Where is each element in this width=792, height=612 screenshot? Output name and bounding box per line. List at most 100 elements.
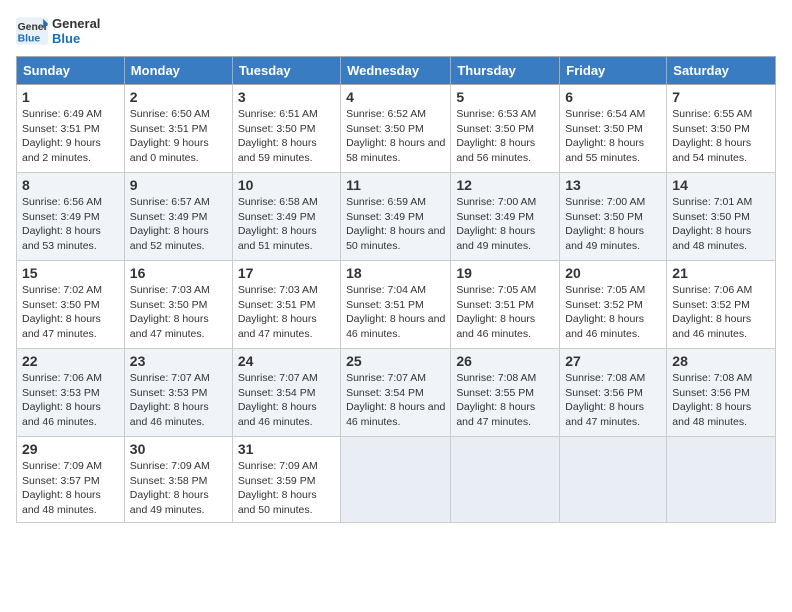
- day-info: Sunrise: 7:00 AMSunset: 3:50 PMDaylight:…: [565, 196, 645, 252]
- calendar-cell: 13 Sunrise: 7:00 AMSunset: 3:50 PMDaylig…: [560, 173, 667, 261]
- day-number: 28: [672, 353, 770, 369]
- day-info: Sunrise: 7:09 AMSunset: 3:57 PMDaylight:…: [22, 460, 102, 516]
- calendar-cell: 17 Sunrise: 7:03 AMSunset: 3:51 PMDaylig…: [232, 261, 340, 349]
- logo: General Blue General Blue: [16, 16, 100, 46]
- day-number: 5: [456, 89, 554, 105]
- day-info: Sunrise: 6:56 AMSunset: 3:49 PMDaylight:…: [22, 196, 102, 252]
- col-header-thursday: Thursday: [451, 57, 560, 85]
- calendar-cell: [667, 437, 776, 523]
- day-info: Sunrise: 6:49 AMSunset: 3:51 PMDaylight:…: [22, 108, 102, 164]
- calendar-cell: 21 Sunrise: 7:06 AMSunset: 3:52 PMDaylig…: [667, 261, 776, 349]
- day-number: 4: [346, 89, 445, 105]
- day-number: 27: [565, 353, 661, 369]
- calendar-cell: 8 Sunrise: 6:56 AMSunset: 3:49 PMDayligh…: [17, 173, 125, 261]
- day-number: 25: [346, 353, 445, 369]
- day-number: 7: [672, 89, 770, 105]
- calendar-cell: 23 Sunrise: 7:07 AMSunset: 3:53 PMDaylig…: [124, 349, 232, 437]
- day-number: 2: [130, 89, 227, 105]
- calendar-cell: [451, 437, 560, 523]
- day-info: Sunrise: 7:08 AMSunset: 3:55 PMDaylight:…: [456, 372, 536, 428]
- calendar-cell: 10 Sunrise: 6:58 AMSunset: 3:49 PMDaylig…: [232, 173, 340, 261]
- day-number: 19: [456, 265, 554, 281]
- calendar-cell: 25 Sunrise: 7:07 AMSunset: 3:54 PMDaylig…: [341, 349, 451, 437]
- calendar-cell: 2 Sunrise: 6:50 AMSunset: 3:51 PMDayligh…: [124, 85, 232, 173]
- col-header-friday: Friday: [560, 57, 667, 85]
- day-number: 14: [672, 177, 770, 193]
- day-number: 6: [565, 89, 661, 105]
- calendar-cell: 12 Sunrise: 7:00 AMSunset: 3:49 PMDaylig…: [451, 173, 560, 261]
- day-info: Sunrise: 6:58 AMSunset: 3:49 PMDaylight:…: [238, 196, 318, 252]
- day-number: 26: [456, 353, 554, 369]
- day-info: Sunrise: 7:06 AMSunset: 3:53 PMDaylight:…: [22, 372, 102, 428]
- calendar-cell: 18 Sunrise: 7:04 AMSunset: 3:51 PMDaylig…: [341, 261, 451, 349]
- calendar-cell: 5 Sunrise: 6:53 AMSunset: 3:50 PMDayligh…: [451, 85, 560, 173]
- day-info: Sunrise: 6:57 AMSunset: 3:49 PMDaylight:…: [130, 196, 210, 252]
- day-info: Sunrise: 7:09 AMSunset: 3:58 PMDaylight:…: [130, 460, 210, 516]
- calendar-cell: [341, 437, 451, 523]
- header: General Blue General Blue: [16, 16, 776, 46]
- day-number: 11: [346, 177, 445, 193]
- day-info: Sunrise: 7:01 AMSunset: 3:50 PMDaylight:…: [672, 196, 752, 252]
- day-number: 16: [130, 265, 227, 281]
- day-number: 9: [130, 177, 227, 193]
- day-number: 18: [346, 265, 445, 281]
- day-info: Sunrise: 6:53 AMSunset: 3:50 PMDaylight:…: [456, 108, 536, 164]
- col-header-wednesday: Wednesday: [341, 57, 451, 85]
- svg-text:Blue: Blue: [18, 33, 41, 44]
- day-info: Sunrise: 6:59 AMSunset: 3:49 PMDaylight:…: [346, 196, 445, 252]
- day-info: Sunrise: 7:09 AMSunset: 3:59 PMDaylight:…: [238, 460, 318, 516]
- calendar-cell: 14 Sunrise: 7:01 AMSunset: 3:50 PMDaylig…: [667, 173, 776, 261]
- day-info: Sunrise: 7:03 AMSunset: 3:51 PMDaylight:…: [238, 284, 318, 340]
- day-number: 29: [22, 441, 119, 457]
- day-info: Sunrise: 7:07 AMSunset: 3:54 PMDaylight:…: [346, 372, 445, 428]
- calendar-cell: 22 Sunrise: 7:06 AMSunset: 3:53 PMDaylig…: [17, 349, 125, 437]
- day-number: 22: [22, 353, 119, 369]
- col-header-saturday: Saturday: [667, 57, 776, 85]
- day-info: Sunrise: 7:02 AMSunset: 3:50 PMDaylight:…: [22, 284, 102, 340]
- day-info: Sunrise: 7:07 AMSunset: 3:53 PMDaylight:…: [130, 372, 210, 428]
- day-info: Sunrise: 7:08 AMSunset: 3:56 PMDaylight:…: [672, 372, 752, 428]
- day-info: Sunrise: 6:54 AMSunset: 3:50 PMDaylight:…: [565, 108, 645, 164]
- day-number: 13: [565, 177, 661, 193]
- day-number: 20: [565, 265, 661, 281]
- day-number: 30: [130, 441, 227, 457]
- day-info: Sunrise: 7:04 AMSunset: 3:51 PMDaylight:…: [346, 284, 445, 340]
- calendar-cell: 11 Sunrise: 6:59 AMSunset: 3:49 PMDaylig…: [341, 173, 451, 261]
- day-info: Sunrise: 6:55 AMSunset: 3:50 PMDaylight:…: [672, 108, 752, 164]
- calendar-cell: 31 Sunrise: 7:09 AMSunset: 3:59 PMDaylig…: [232, 437, 340, 523]
- day-number: 17: [238, 265, 335, 281]
- day-info: Sunrise: 6:51 AMSunset: 3:50 PMDaylight:…: [238, 108, 318, 164]
- calendar-cell: 29 Sunrise: 7:09 AMSunset: 3:57 PMDaylig…: [17, 437, 125, 523]
- calendar-cell: 26 Sunrise: 7:08 AMSunset: 3:55 PMDaylig…: [451, 349, 560, 437]
- day-number: 12: [456, 177, 554, 193]
- calendar-cell: 3 Sunrise: 6:51 AMSunset: 3:50 PMDayligh…: [232, 85, 340, 173]
- day-info: Sunrise: 6:50 AMSunset: 3:51 PMDaylight:…: [130, 108, 210, 164]
- calendar-cell: 1 Sunrise: 6:49 AMSunset: 3:51 PMDayligh…: [17, 85, 125, 173]
- calendar-cell: 9 Sunrise: 6:57 AMSunset: 3:49 PMDayligh…: [124, 173, 232, 261]
- logo-blue: Blue: [52, 31, 100, 46]
- day-number: 21: [672, 265, 770, 281]
- calendar-cell: 4 Sunrise: 6:52 AMSunset: 3:50 PMDayligh…: [341, 85, 451, 173]
- day-number: 1: [22, 89, 119, 105]
- day-info: Sunrise: 6:52 AMSunset: 3:50 PMDaylight:…: [346, 108, 445, 164]
- col-header-tuesday: Tuesday: [232, 57, 340, 85]
- day-number: 10: [238, 177, 335, 193]
- calendar-cell: 27 Sunrise: 7:08 AMSunset: 3:56 PMDaylig…: [560, 349, 667, 437]
- day-info: Sunrise: 7:07 AMSunset: 3:54 PMDaylight:…: [238, 372, 318, 428]
- calendar-cell: 20 Sunrise: 7:05 AMSunset: 3:52 PMDaylig…: [560, 261, 667, 349]
- day-info: Sunrise: 7:08 AMSunset: 3:56 PMDaylight:…: [565, 372, 645, 428]
- day-number: 8: [22, 177, 119, 193]
- day-info: Sunrise: 7:03 AMSunset: 3:50 PMDaylight:…: [130, 284, 210, 340]
- calendar-cell: 7 Sunrise: 6:55 AMSunset: 3:50 PMDayligh…: [667, 85, 776, 173]
- calendar-cell: 16 Sunrise: 7:03 AMSunset: 3:50 PMDaylig…: [124, 261, 232, 349]
- calendar-header-row: SundayMondayTuesdayWednesdayThursdayFrid…: [17, 57, 776, 85]
- day-info: Sunrise: 7:00 AMSunset: 3:49 PMDaylight:…: [456, 196, 536, 252]
- col-header-monday: Monday: [124, 57, 232, 85]
- day-info: Sunrise: 7:06 AMSunset: 3:52 PMDaylight:…: [672, 284, 752, 340]
- calendar-cell: 15 Sunrise: 7:02 AMSunset: 3:50 PMDaylig…: [17, 261, 125, 349]
- calendar-cell: 30 Sunrise: 7:09 AMSunset: 3:58 PMDaylig…: [124, 437, 232, 523]
- day-number: 15: [22, 265, 119, 281]
- calendar-cell: 19 Sunrise: 7:05 AMSunset: 3:51 PMDaylig…: [451, 261, 560, 349]
- day-info: Sunrise: 7:05 AMSunset: 3:52 PMDaylight:…: [565, 284, 645, 340]
- day-number: 3: [238, 89, 335, 105]
